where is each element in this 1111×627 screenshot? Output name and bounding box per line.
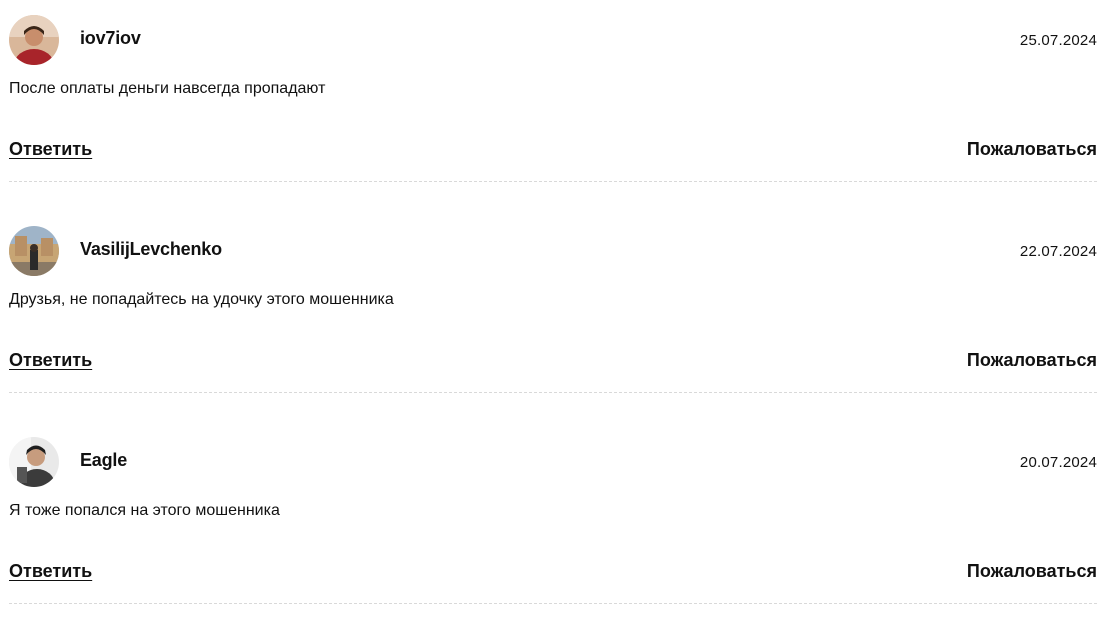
comment-date: 20.07.2024	[1019, 454, 1097, 471]
avatar[interactable]	[9, 226, 59, 276]
reply-link[interactable]: Ответить	[9, 350, 92, 371]
comment-date: 25.07.2024	[1019, 32, 1097, 49]
divider	[9, 603, 1097, 604]
avatar[interactable]	[9, 15, 59, 65]
report-link[interactable]: Пожаловаться	[967, 350, 1097, 371]
comments-list: iov7iov 25.07.2024 После оплаты деньги н…	[0, 0, 1111, 609]
divider	[9, 392, 1097, 393]
username[interactable]: iov7iov	[80, 28, 141, 49]
comment-date: 22.07.2024	[1019, 243, 1097, 260]
report-link[interactable]: Пожаловаться	[967, 139, 1097, 160]
comment-item: VasilijLevchenko 22.07.2024 Друзья, не п…	[9, 226, 1097, 416]
comment-text: Друзья, не попадайтесь на удочку этого м…	[9, 291, 394, 308]
comment-text: Я тоже попался на этого мошенника	[9, 502, 280, 519]
comment-item: Eagle 20.07.2024 Я тоже попался на этого…	[9, 437, 1097, 627]
avatar[interactable]	[9, 437, 59, 487]
username[interactable]: VasilijLevchenko	[80, 239, 222, 260]
divider	[9, 181, 1097, 182]
report-link[interactable]: Пожаловаться	[967, 561, 1097, 582]
comment-text: После оплаты деньги навсегда пропадают	[9, 80, 326, 97]
reply-link[interactable]: Ответить	[9, 561, 92, 582]
reply-link[interactable]: Ответить	[9, 139, 92, 160]
comment-item: iov7iov 25.07.2024 После оплаты деньги н…	[9, 15, 1097, 205]
username[interactable]: Eagle	[80, 450, 127, 471]
